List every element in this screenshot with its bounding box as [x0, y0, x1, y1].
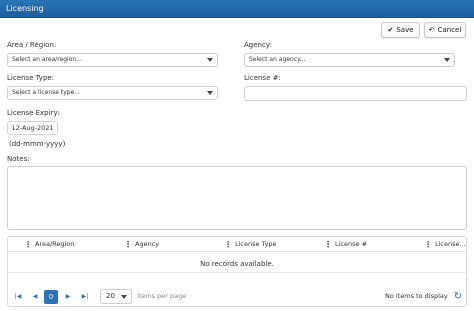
window-titlebar: Licensing	[0, 0, 474, 18]
column-header-license-type[interactable]: License Type	[235, 237, 277, 252]
column-menu-icon[interactable]: ⋮	[124, 237, 132, 252]
license-expiry-input[interactable]: 12-Aug-2021	[7, 121, 58, 135]
chevron-down-icon	[121, 295, 127, 299]
license-number-label: License #:	[244, 74, 281, 82]
column-menu-icon[interactable]: ⋮	[324, 237, 332, 252]
date-format-hint: (dd-mmm-yyyy)	[9, 140, 66, 148]
grid-header: ⋮ Area/Region ⋮ Agency ⋮ License Type ⋮ …	[8, 237, 466, 252]
page-size-value: 20	[106, 292, 115, 300]
refresh-icon[interactable]: ↻	[452, 289, 464, 304]
page-size-select[interactable]: 20	[100, 289, 132, 304]
area-region-placeholder: Select an area/region...	[12, 56, 82, 63]
window-title: Licensing	[6, 4, 44, 13]
column-header-license-number[interactable]: License #	[335, 237, 367, 252]
notes-label: Notes:	[7, 155, 30, 163]
agency-label: Agency:	[244, 41, 272, 49]
column-header-agency[interactable]: Agency	[135, 237, 159, 252]
area-region-label: Area / Region:	[7, 41, 57, 49]
column-header-area-region[interactable]: Area/Region	[35, 237, 74, 252]
license-number-input[interactable]	[244, 86, 467, 101]
area-region-select[interactable]: Select an area/region...	[7, 53, 218, 67]
previous-page-icon[interactable]: ◀	[28, 290, 42, 304]
items-per-page-label: items per page	[137, 292, 187, 300]
column-menu-icon[interactable]: ⋮	[24, 237, 32, 252]
license-type-label: License Type:	[7, 74, 55, 82]
license-expiry-label: License Expiry:	[7, 109, 60, 117]
license-grid: ⋮ Area/Region ⋮ Agency ⋮ License Type ⋮ …	[7, 236, 467, 307]
license-type-placeholder: Select a license type...	[12, 89, 80, 96]
cancel-button[interactable]: ↶ Cancel	[424, 22, 466, 38]
first-page-icon[interactable]: |◀	[11, 290, 25, 304]
column-menu-icon[interactable]: ⋮	[424, 237, 432, 252]
check-icon: ✔	[387, 26, 394, 34]
grid-pager: |◀ ◀ 0 ▶ ▶| 20 items per page No items t…	[8, 287, 466, 305]
current-page-button[interactable]: 0	[44, 290, 58, 304]
save-label: Save	[396, 26, 414, 34]
column-menu-icon[interactable]: ⋮	[224, 237, 232, 252]
empty-grid-message: No records available.	[8, 253, 466, 273]
chevron-down-icon	[207, 58, 213, 62]
license-type-select[interactable]: Select a license type...	[7, 86, 218, 100]
chevron-down-icon	[207, 91, 213, 95]
agency-placeholder: Select an agency...	[249, 56, 306, 63]
undo-icon: ↶	[428, 26, 435, 34]
agency-select[interactable]: Select an agency...	[244, 53, 455, 67]
pager-status-text: No items to display	[385, 292, 448, 300]
chevron-down-icon	[444, 58, 450, 62]
column-header-license-expiry[interactable]: License...	[435, 237, 466, 252]
cancel-label: Cancel	[437, 26, 462, 34]
next-page-icon[interactable]: ▶	[61, 290, 75, 304]
notes-textarea[interactable]	[7, 166, 467, 230]
last-page-icon[interactable]: ▶|	[78, 290, 92, 304]
save-button[interactable]: ✔ Save	[381, 22, 420, 38]
